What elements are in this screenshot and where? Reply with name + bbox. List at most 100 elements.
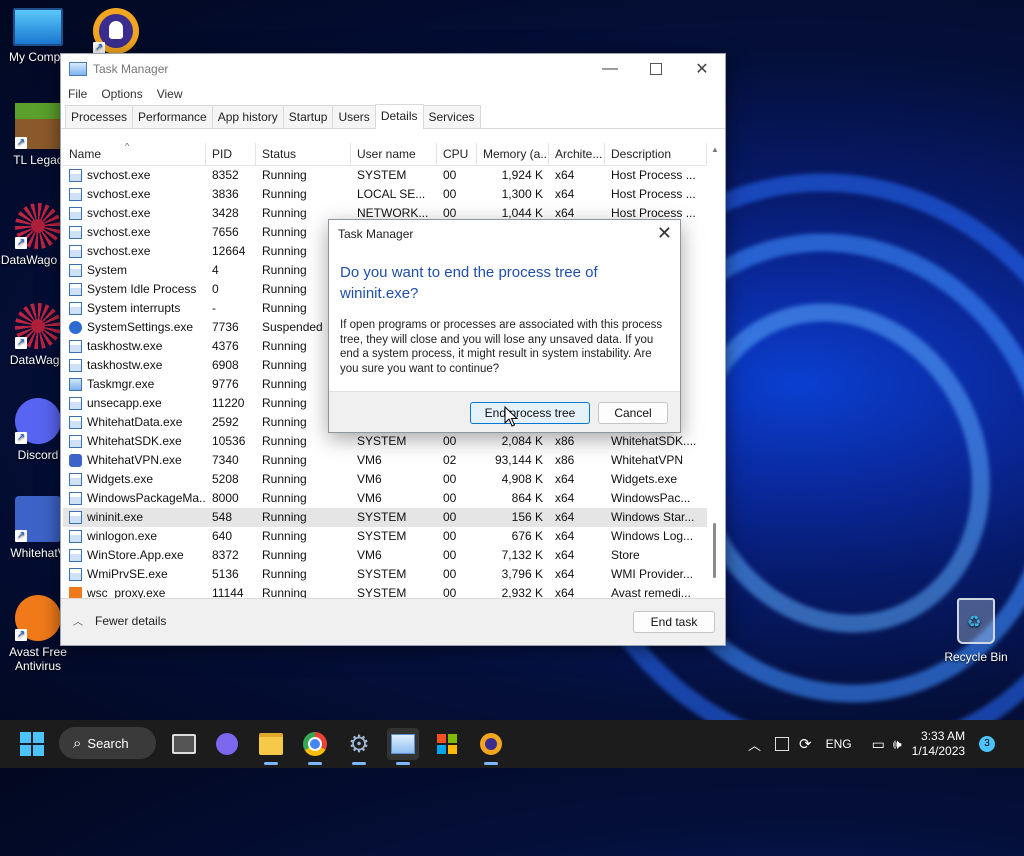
vertical-scrollbar[interactable]: ▲ bbox=[709, 143, 721, 598]
tab-startup[interactable]: Startup bbox=[282, 105, 334, 128]
process-icon bbox=[69, 416, 82, 429]
folder-icon bbox=[259, 733, 283, 755]
clock[interactable]: 3:33 AM 1/14/2023 bbox=[912, 729, 965, 759]
pid-cell: 640 bbox=[212, 529, 233, 543]
title-bar[interactable]: Task Manager — ✕ bbox=[61, 54, 725, 84]
table-row[interactable]: winlogon.exe 640 Running SYSTEM 00 676 K x64 Wi… bbox=[63, 527, 707, 546]
column-header-user[interactable]: User name bbox=[351, 143, 437, 165]
column-header-status[interactable]: Status bbox=[256, 143, 351, 165]
memory-cell: 1,300 K bbox=[501, 187, 543, 201]
volume-icon[interactable]: 🕪 bbox=[893, 736, 902, 753]
memory-cell: 864 K bbox=[511, 491, 543, 505]
dialog-title: Task Manager bbox=[338, 227, 414, 241]
process-icon bbox=[69, 568, 82, 581]
end-process-tree-button[interactable]: End process tree bbox=[470, 402, 590, 424]
status-cell: Running bbox=[262, 453, 307, 467]
table-row[interactable]: WmiPrvSE.exe 5136 Running SYSTEM 00 3,796 K x6… bbox=[63, 565, 707, 584]
process-name-cell: SystemSettings.exe bbox=[63, 318, 206, 337]
desktop-shortcut-vpn[interactable]: ↗ bbox=[78, 8, 154, 58]
table-row[interactable]: Widgets.exe 5208 Running VM6 00 4,908 K x64 Wid… bbox=[63, 470, 707, 489]
cancel-button[interactable]: Cancel bbox=[598, 402, 668, 424]
pid-cell: 7736 bbox=[212, 320, 239, 334]
end-task-button[interactable]: End task bbox=[633, 611, 715, 633]
microsoft-store-button[interactable] bbox=[431, 728, 463, 760]
sync-icon[interactable]: ⟳ bbox=[799, 735, 812, 753]
shortcut-arrow-icon: ↗ bbox=[15, 530, 27, 542]
whitehat-vpn-icon: ↗ bbox=[15, 496, 61, 542]
column-header-pid[interactable]: PID bbox=[206, 143, 256, 165]
process-icon bbox=[69, 359, 82, 372]
tab-app-history[interactable]: App history bbox=[211, 105, 284, 128]
pid-cell: 3836 bbox=[212, 187, 239, 201]
table-row[interactable]: wininit.exe 548 Running SYSTEM 00 156 K x64 Win… bbox=[63, 508, 707, 527]
table-row[interactable]: svchost.exe 8352 Running SYSTEM 00 1,924 K x64… bbox=[63, 166, 707, 185]
network-icon[interactable]: ▭ bbox=[872, 736, 885, 753]
process-icon bbox=[69, 188, 82, 201]
taskbar-search[interactable]: ⌕ Search bbox=[59, 727, 156, 759]
tab-strip: Processes Performance App history Startu… bbox=[61, 104, 725, 129]
process-name: System Idle Process bbox=[87, 282, 197, 296]
table-row[interactable]: WhitehatVPN.exe 7340 Running VM6 02 93,144 K x… bbox=[63, 451, 707, 470]
architecture-cell: x86 bbox=[555, 434, 575, 448]
notification-badge[interactable]: 3 bbox=[979, 736, 996, 752]
menu-file[interactable]: File bbox=[68, 87, 87, 101]
description-cell: WindowsPac... bbox=[611, 491, 691, 505]
process-name-cell: svchost.exe bbox=[63, 204, 206, 223]
tab-performance[interactable]: Performance bbox=[132, 105, 213, 128]
process-name: svchost.exe bbox=[87, 244, 151, 258]
fewer-details-button[interactable]: ︿ Fewer details bbox=[73, 613, 166, 629]
menu-options[interactable]: Options bbox=[101, 87, 142, 101]
table-row[interactable]: wsc_proxy.exe 11144 Running SYSTEM 00 2,932 K… bbox=[63, 584, 707, 598]
tab-processes[interactable]: Processes bbox=[65, 105, 134, 128]
cpu-cell: 00 bbox=[443, 529, 457, 543]
pid-cell: 9776 bbox=[212, 377, 239, 391]
table-row[interactable]: WinStore.App.exe 8372 Running VM6 00 7,132 K x… bbox=[63, 546, 707, 565]
table-row[interactable]: WhitehatSDK.exe 10536 Running SYSTEM 00 2,084… bbox=[63, 432, 707, 451]
task-view-button[interactable] bbox=[168, 728, 200, 760]
process-name-cell: wsc_proxy.exe bbox=[63, 584, 206, 598]
task-manager-icon bbox=[391, 734, 415, 754]
clock-date: 1/14/2023 bbox=[911, 744, 966, 758]
dialog-message: If open programs or processes are associ… bbox=[340, 319, 663, 375]
column-header-architecture[interactable]: Archite... bbox=[549, 143, 605, 165]
search-icon: ⌕ bbox=[73, 734, 82, 752]
tray-app-icon[interactable] bbox=[775, 737, 790, 751]
teams-chat-button[interactable] bbox=[211, 728, 243, 760]
datawagon-icon: ↗ bbox=[15, 203, 61, 249]
file-explorer-button[interactable] bbox=[255, 728, 287, 765]
scrollbar-thumb[interactable] bbox=[713, 523, 716, 578]
dialog-heading: Do you want to end the process tree of w… bbox=[340, 264, 598, 302]
close-button[interactable]: ✕ bbox=[679, 54, 725, 84]
column-header-name[interactable]: Name ^ bbox=[63, 143, 206, 165]
cpu-cell: 00 bbox=[443, 434, 457, 448]
process-name-cell: Taskmgr.exe bbox=[63, 375, 206, 394]
task-view-icon bbox=[172, 734, 196, 754]
start-button[interactable] bbox=[16, 728, 48, 760]
menu-view[interactable]: View bbox=[157, 87, 183, 101]
process-name: SystemSettings.exe bbox=[87, 320, 194, 334]
table-row[interactable]: WindowsPackageMa... 8000 Running VM6 00 864 K… bbox=[63, 489, 707, 508]
language-indicator[interactable]: ENG bbox=[826, 737, 852, 751]
process-name: taskhostw.exe bbox=[87, 339, 163, 353]
minimize-button[interactable]: — bbox=[587, 54, 633, 84]
tab-details[interactable]: Details bbox=[374, 104, 424, 129]
dialog-close-button[interactable]: ✕ bbox=[657, 223, 672, 244]
cpu-cell: 00 bbox=[443, 491, 457, 505]
vpn-taskbar-button[interactable] bbox=[475, 728, 507, 765]
column-header-cpu[interactable]: CPU bbox=[437, 143, 477, 165]
status-cell: Running bbox=[262, 529, 307, 543]
tab-users[interactable]: Users bbox=[332, 105, 376, 128]
chrome-button[interactable] bbox=[299, 728, 331, 765]
memory-cell: 1,924 K bbox=[501, 168, 543, 182]
process-name: WhitehatData.exe bbox=[87, 415, 183, 429]
desktop-icon-recycle-bin[interactable]: ♻ Recycle Bin bbox=[938, 598, 1014, 664]
column-header-description[interactable]: Description bbox=[605, 143, 707, 165]
column-header-memory[interactable]: Memory (a... bbox=[477, 143, 549, 165]
table-row[interactable]: svchost.exe 3836 Running LOCAL SE... 00 1,300… bbox=[63, 185, 707, 204]
task-manager-taskbar-button[interactable] bbox=[387, 728, 419, 765]
process-icon bbox=[69, 283, 82, 296]
settings-button[interactable]: ⚙ bbox=[343, 728, 375, 765]
maximize-button[interactable] bbox=[633, 54, 679, 84]
tab-services[interactable]: Services bbox=[422, 105, 481, 128]
chevron-up-icon[interactable]: ︿ bbox=[748, 735, 761, 754]
